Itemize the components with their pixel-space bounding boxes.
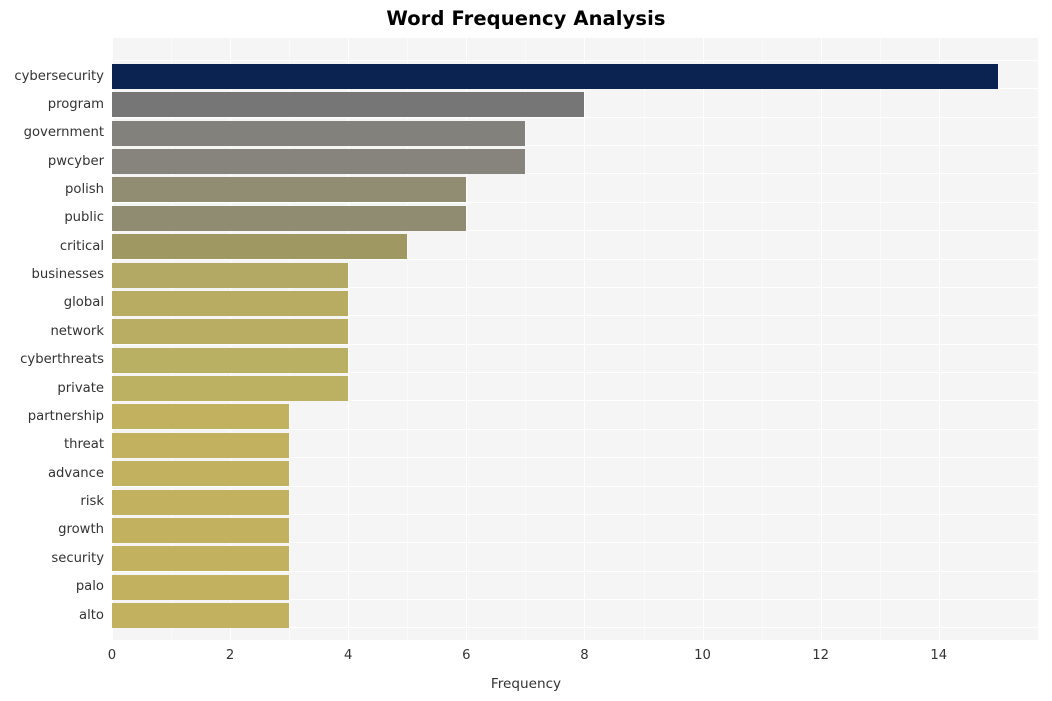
y-axis-tick-label: network — [50, 323, 104, 339]
x-axis-tick-labels: 0 2 4 6 8 10 12 14 — [0, 648, 1052, 670]
y-axis-tick-label: program — [47, 96, 104, 112]
y-axis-tick-label: partnership — [27, 408, 104, 424]
y-axis-tick-label: growth — [58, 522, 104, 538]
bar — [112, 432, 290, 458]
bar — [112, 347, 349, 373]
x-axis-title: Frequency — [490, 676, 562, 692]
bar — [112, 234, 408, 260]
plot-area — [112, 38, 1038, 640]
chart-figure: Word Frequency Analysis cybersecurity pro… — [0, 0, 1052, 701]
bar — [112, 461, 290, 487]
y-axis-tick-label: advance — [47, 465, 104, 481]
x-gridline-minor — [761, 38, 763, 640]
x-axis-tick-label: 14 — [930, 648, 948, 663]
x-axis-tick-label: 10 — [694, 648, 711, 663]
y-axis-tick-labels: cybersecurity program government pwcyber pol… — [0, 38, 104, 640]
y-axis-tick-label: risk — [80, 494, 104, 510]
y-axis-tick-label: critical — [59, 238, 104, 254]
bar — [112, 120, 526, 146]
x-gridline — [820, 38, 822, 640]
y-axis-tick-label: alto — [79, 607, 104, 623]
y-axis-tick-label: cyberthreats — [20, 352, 104, 368]
x-gridline-minor — [643, 38, 645, 640]
bar — [112, 376, 349, 402]
x-gridline — [938, 38, 940, 640]
y-axis-tick-label: private — [57, 380, 104, 396]
bar — [112, 546, 290, 572]
bar — [112, 574, 290, 600]
x-gridline — [584, 38, 586, 640]
x-axis-tick-label: 4 — [344, 648, 353, 663]
bar — [112, 404, 290, 430]
x-axis-tick-label: 2 — [225, 648, 235, 663]
x-gridline-minor — [525, 38, 527, 640]
chart-title: Word Frequency Analysis — [386, 7, 666, 30]
bar — [112, 489, 290, 515]
x-axis-tick-label: 6 — [462, 648, 471, 663]
bar — [112, 92, 585, 118]
y-axis-tick-label: government — [23, 125, 104, 141]
bar — [112, 149, 526, 175]
y-axis-tick-label: threat — [63, 437, 104, 453]
y-axis-tick-label: cybersecurity — [14, 68, 104, 84]
bar — [112, 517, 290, 543]
y-axis-tick-label: public — [64, 210, 104, 226]
bar — [112, 262, 349, 288]
x-axis-tick-label: 8 — [580, 648, 589, 663]
bar — [112, 64, 998, 89]
bar — [112, 205, 467, 231]
x-axis-tick-label: 0 — [107, 648, 117, 663]
y-axis-tick-label: pwcyber — [47, 153, 104, 169]
y-axis-tick-label: security — [51, 550, 104, 566]
bar — [112, 603, 290, 629]
bar — [112, 290, 349, 316]
x-gridline — [702, 38, 704, 640]
bar — [112, 177, 467, 203]
x-gridline-minor — [879, 38, 881, 640]
bar — [112, 319, 349, 345]
y-axis-tick-label: palo — [75, 579, 104, 595]
y-axis-tick-label: polish — [65, 181, 104, 197]
y-axis-tick-label: global — [63, 295, 104, 311]
x-axis-tick-label: 12 — [812, 648, 830, 663]
y-gridline — [112, 60, 1038, 61]
y-axis-tick-label: businesses — [31, 267, 104, 283]
